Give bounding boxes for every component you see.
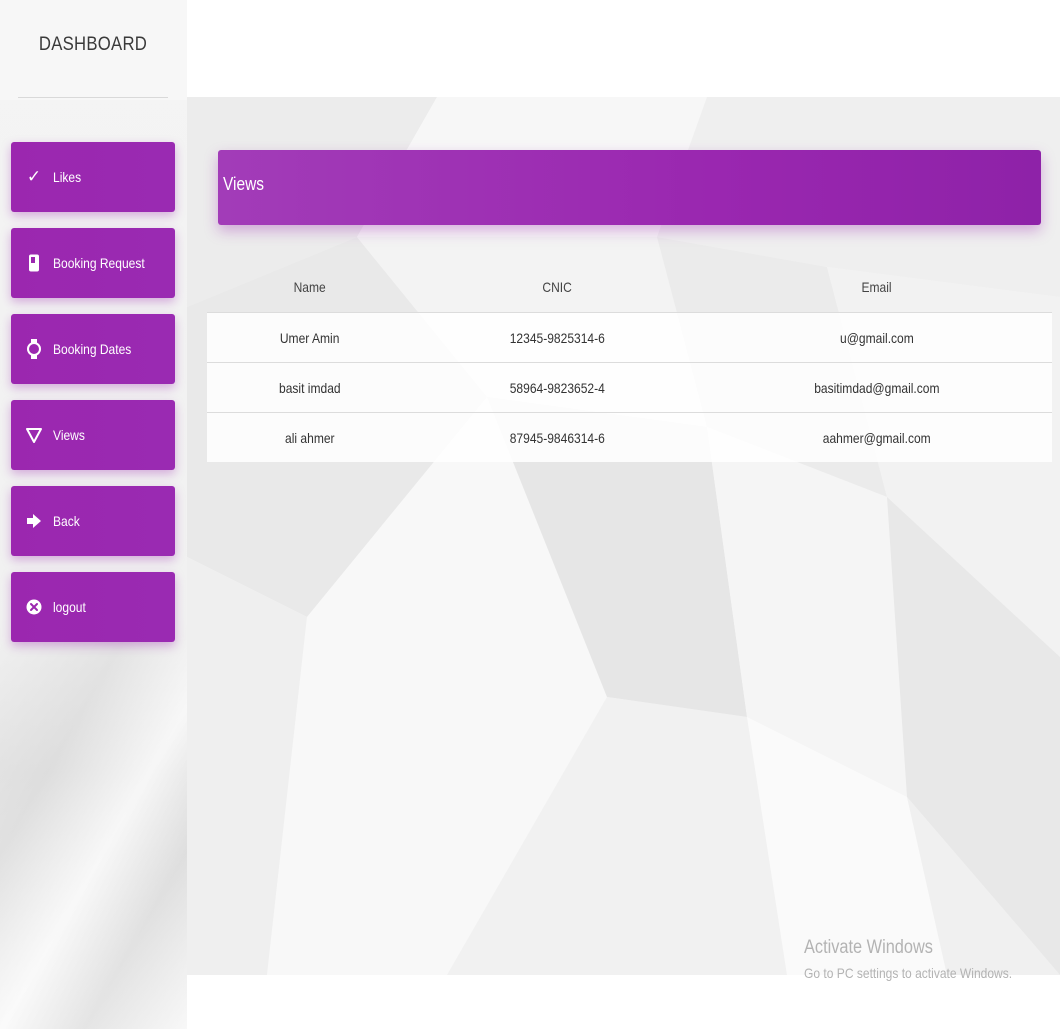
- card-title: Views: [223, 174, 265, 194]
- views-card-header: Views: [218, 150, 1041, 225]
- column-header-name: Name: [293, 279, 326, 295]
- cell-cnic: 12345-9825314-6: [509, 329, 605, 346]
- activate-windows-watermark: Activate Windows Go to PC settings to ac…: [804, 937, 1046, 981]
- main-top-area: [187, 0, 1060, 97]
- sidebar-item-label: logout: [53, 599, 86, 615]
- sidebar-item-booking-dates[interactable]: Booking Dates: [11, 314, 175, 384]
- triangle-down-icon: [23, 427, 45, 443]
- geometric-background: [187, 97, 1060, 975]
- watermark-subtitle: Go to PC settings to activate Windows.: [804, 965, 1013, 981]
- table-header-row: Name CNIC Email: [207, 262, 1052, 312]
- close-circle-icon: [23, 599, 45, 615]
- sidebar-background-shading: [0, 640, 187, 1029]
- table-row: ali ahmer 87945-9846314-6 aahmer@gmail.c…: [207, 412, 1052, 462]
- sidebar-item-back[interactable]: Back: [11, 486, 175, 556]
- brand-divider: [18, 97, 168, 98]
- sidebar-item-logout[interactable]: logout: [11, 572, 175, 642]
- main-bottom-area: [187, 975, 1060, 1029]
- main-background: [187, 97, 1060, 975]
- cell-name: basit imdad: [278, 379, 341, 396]
- sidebar-item-label: Booking Request: [53, 255, 145, 271]
- arrow-right-icon: [23, 514, 45, 528]
- table-row: Umer Amin 12345-9825314-6 u@gmail.com: [207, 312, 1052, 362]
- cell-name: Umer Amin: [279, 329, 340, 346]
- cell-email: aahmer@gmail.com: [823, 429, 931, 446]
- sidebar-item-label: Back: [53, 513, 80, 529]
- check-icon: ✓: [26, 167, 42, 186]
- cell-cnic: 87945-9846314-6: [509, 429, 605, 446]
- column-header-email: Email: [861, 279, 893, 295]
- sidebar-item-likes[interactable]: ✓ Likes: [11, 142, 175, 212]
- watermark-title: Activate Windows: [804, 937, 933, 958]
- sidebar-item-views[interactable]: Views: [11, 400, 175, 470]
- dashboard-brand[interactable]: DASHBOARD: [27, 34, 159, 56]
- page: DASHBOARD ✓ Likes Booking Request Bookin…: [0, 0, 1060, 1029]
- sidebar-item-label: Likes: [53, 169, 82, 185]
- cell-name: ali ahmer: [284, 429, 335, 446]
- table-row: basit imdad 58964-9823652-4 basitimdad@g…: [207, 362, 1052, 412]
- watch-icon: [23, 339, 45, 359]
- cell-email: u@gmail.com: [840, 329, 914, 346]
- sidebar-item-label: Booking Dates: [53, 341, 132, 357]
- column-header-cnic: CNIC: [542, 279, 572, 295]
- sidebar: DASHBOARD ✓ Likes Booking Request Bookin…: [0, 0, 187, 1029]
- sidebar-item-booking-request[interactable]: Booking Request: [11, 228, 175, 298]
- views-table: Name CNIC Email Umer Amin 12345-9825314-…: [207, 262, 1052, 462]
- cell-cnic: 58964-9823652-4: [509, 379, 605, 396]
- sidebar-item-label: Views: [53, 427, 85, 443]
- phone-icon: [23, 254, 45, 272]
- cell-email: basitimdad@gmail.com: [814, 379, 940, 396]
